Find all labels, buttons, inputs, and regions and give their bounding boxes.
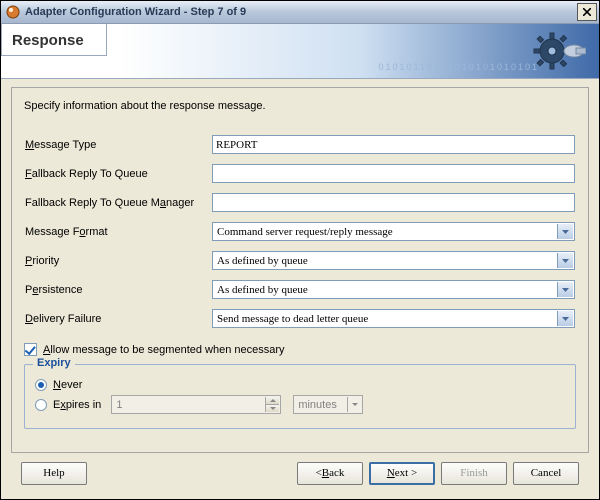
segment-checkbox-label: Allow message to be segmented when neces… <box>43 344 285 356</box>
button-bar: Help < Back Next > Finish Cancel <box>11 453 589 493</box>
label-persistence: Persistence <box>24 279 211 300</box>
titlebar: Adapter Configuration Wizard - Step 7 of… <box>1 1 599 24</box>
app-icon <box>5 4 21 20</box>
chevron-down-icon <box>557 224 573 239</box>
spinner-buttons <box>265 397 279 412</box>
expiry-amount-value: 1 <box>116 399 122 411</box>
banner: Response 01010110101010101010101 <box>1 24 599 79</box>
window-title: Adapter Configuration Wizard - Step 7 of… <box>25 6 577 18</box>
finish-button: Finish <box>441 462 507 485</box>
wizard-window: Adapter Configuration Wizard - Step 7 of… <box>0 0 600 500</box>
segment-checkbox[interactable] <box>24 343 37 356</box>
decor-binary: 01010110101010101010101 <box>379 62 539 72</box>
spinner-up-icon <box>265 397 279 405</box>
delivery-failure-select[interactable]: Send message to dead letter queue <box>212 309 575 328</box>
close-button[interactable] <box>577 3 597 21</box>
message-format-select[interactable]: Command server request/reply message <box>212 222 575 241</box>
label-delivery-failure: Delivery Failure <box>24 308 211 329</box>
help-button[interactable]: Help <box>21 462 87 485</box>
label-priority: Priority <box>24 250 211 271</box>
label-fallback-qm: Fallback Reply To Queue Manager <box>24 192 211 213</box>
fallback-qm-input[interactable] <box>212 193 575 212</box>
chevron-down-icon <box>557 282 573 297</box>
chevron-down-icon <box>557 253 573 268</box>
expiry-never-radio[interactable] <box>35 379 47 391</box>
label-message-type: Message Type <box>24 134 211 155</box>
expiry-fieldset: Expiry Never Expires in 1 <box>24 364 576 429</box>
content-area: Specify information about the response m… <box>1 79 599 499</box>
chevron-down-icon <box>557 311 573 326</box>
description-text: Specify information about the response m… <box>24 100 576 112</box>
form-table: Message Type Fallback Reply To Queue Fal… <box>24 126 576 337</box>
message-format-value: Command server request/reply message <box>217 226 393 238</box>
persistence-select[interactable]: As defined by queue <box>212 280 575 299</box>
cancel-button[interactable]: Cancel <box>513 462 579 485</box>
chevron-down-icon <box>347 397 361 412</box>
fallback-queue-input[interactable] <box>212 164 575 183</box>
expiry-legend: Expiry <box>33 357 75 369</box>
next-button[interactable]: Next > <box>369 462 435 485</box>
priority-select[interactable]: As defined by queue <box>212 251 575 270</box>
expiry-unit-value: minutes <box>298 399 337 411</box>
delivery-failure-value: Send message to dead letter queue <box>217 313 368 325</box>
form-panel: Specify information about the response m… <box>11 87 589 453</box>
expiry-amount-spinner: 1 <box>111 395 281 414</box>
expiry-never-label: Never <box>53 379 82 391</box>
label-message-format: Message Format <box>24 221 211 242</box>
expiry-expires-row[interactable]: Expires in 1 minutes <box>35 395 565 414</box>
persistence-value: As defined by queue <box>217 284 308 296</box>
gear-icon <box>529 28 589 74</box>
priority-value: As defined by queue <box>217 255 308 267</box>
segment-checkbox-row[interactable]: Allow message to be segmented when neces… <box>24 343 576 356</box>
expiry-expires-radio[interactable] <box>35 399 47 411</box>
expiry-unit-select: minutes <box>293 395 363 414</box>
expiry-expires-label: Expires in <box>53 399 101 411</box>
message-type-input[interactable] <box>212 135 575 154</box>
back-button[interactable]: < Back <box>297 462 363 485</box>
label-fallback-queue: Fallback Reply To Queue <box>24 163 211 184</box>
page-title: Response <box>1 24 107 56</box>
spinner-down-icon <box>265 405 279 412</box>
expiry-never-row[interactable]: Never <box>35 379 565 391</box>
